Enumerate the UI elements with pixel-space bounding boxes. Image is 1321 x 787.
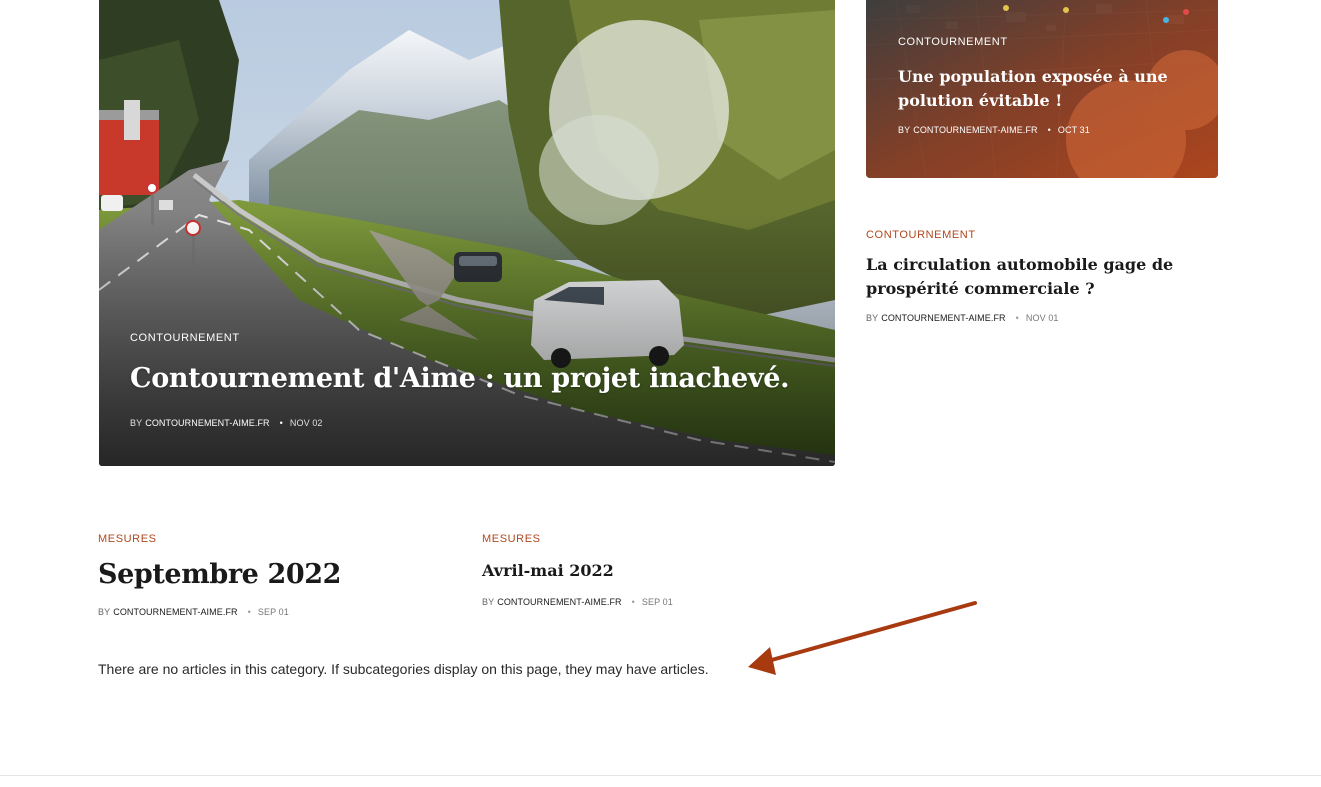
- featured-post-content: CONTOURNEMENT Contournement d'Aime : un …: [130, 332, 810, 428]
- post-title-link[interactable]: La circulation automobile gage de prospé…: [866, 253, 1196, 301]
- meta-separator-dot: •: [631, 597, 635, 607]
- post-meta: BY CONTOURNEMENT-AIME.FR • SEP 01: [98, 607, 458, 617]
- post-category-link[interactable]: CONTOURNEMENT: [866, 229, 1196, 241]
- author-link[interactable]: CONTOURNEMENT-AIME.FR: [113, 607, 237, 617]
- post-title-link[interactable]: Contournement d'Aime : un projet inachev…: [130, 362, 810, 396]
- post-category-link[interactable]: CONTOURNEMENT: [898, 36, 1198, 48]
- post-item-septembre: MESURES Septembre 2022 BY CONTOURNEMENT-…: [98, 533, 458, 617]
- meta-separator-dot: •: [247, 607, 251, 617]
- empty-category-notice: There are no articles in this category. …: [98, 661, 709, 677]
- post-meta: BY CONTOURNEMENT-AIME.FR • OCT 31: [898, 125, 1198, 135]
- by-label: BY: [482, 597, 495, 607]
- post-title-link[interactable]: Avril-mai 2022: [482, 559, 842, 583]
- post-date: NOV 01: [1025, 313, 1059, 323]
- featured-post-card[interactable]: CONTOURNEMENT Contournement d'Aime : un …: [99, 0, 835, 466]
- post-category-link[interactable]: MESURES: [98, 533, 458, 545]
- post-card-content: CONTOURNEMENT Une population exposée à u…: [898, 36, 1198, 135]
- post-category-link[interactable]: MESURES: [482, 533, 842, 545]
- post-category-link[interactable]: CONTOURNEMENT: [130, 332, 810, 344]
- post-date: SEP 01: [641, 597, 673, 607]
- meta-separator-dot: •: [1047, 125, 1051, 135]
- post-meta: BY CONTOURNEMENT-AIME.FR • NOV 02: [130, 418, 810, 428]
- author-link[interactable]: CONTOURNEMENT-AIME.FR: [913, 125, 1037, 135]
- by-label: BY: [898, 125, 911, 135]
- post-item-circulation: CONTOURNEMENT La circulation automobile …: [866, 229, 1196, 323]
- by-label: BY: [98, 607, 111, 617]
- footer-divider: [0, 775, 1321, 776]
- post-title-link[interactable]: Une population exposée à une polution év…: [898, 65, 1198, 113]
- post-meta: BY CONTOURNEMENT-AIME.FR • NOV 01: [866, 313, 1196, 323]
- meta-separator-dot: •: [279, 418, 283, 428]
- meta-separator-dot: •: [1015, 313, 1019, 323]
- author-link[interactable]: CONTOURNEMENT-AIME.FR: [497, 597, 621, 607]
- post-date: OCT 31: [1057, 125, 1090, 135]
- author-link[interactable]: CONTOURNEMENT-AIME.FR: [881, 313, 1005, 323]
- post-title-link[interactable]: Septembre 2022: [98, 559, 458, 591]
- post-date: SEP 01: [257, 607, 289, 617]
- post-card-pollution[interactable]: CONTOURNEMENT Une population exposée à u…: [866, 0, 1218, 178]
- annotation-arrow-icon: [748, 601, 977, 675]
- author-link[interactable]: CONTOURNEMENT-AIME.FR: [145, 418, 269, 428]
- post-date: NOV 02: [289, 418, 323, 428]
- by-label: BY: [866, 313, 879, 323]
- by-label: BY: [130, 418, 143, 428]
